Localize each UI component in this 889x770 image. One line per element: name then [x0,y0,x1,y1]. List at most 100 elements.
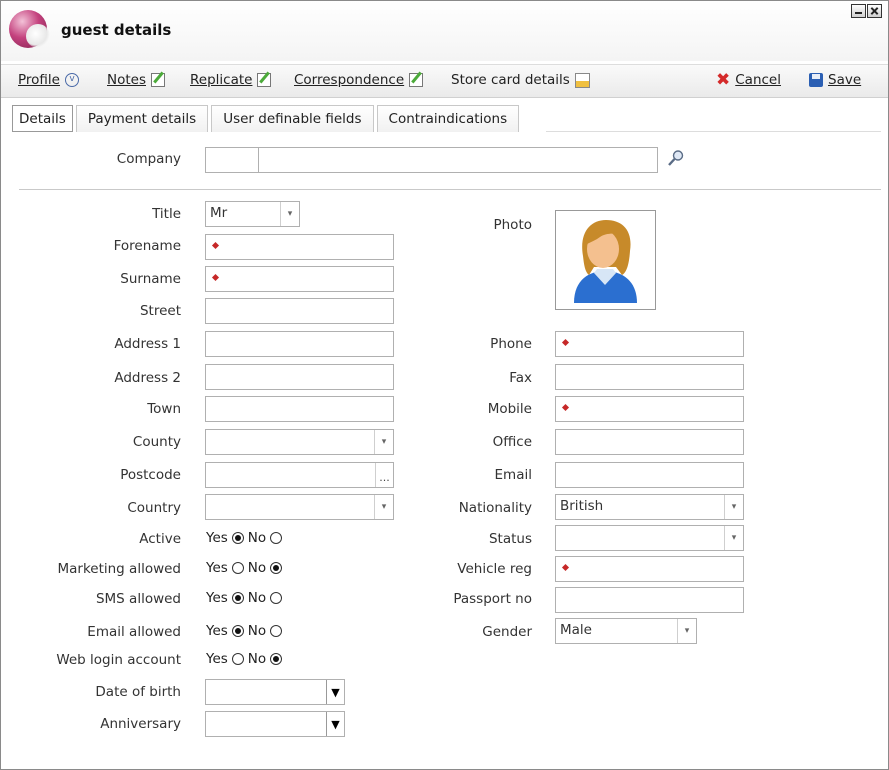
title-select[interactable]: Mr ▾ [205,201,300,227]
active-label: Active [139,531,181,547]
town-input[interactable] [205,396,394,422]
tab-contraindications[interactable]: Contraindications [376,105,520,132]
marketing-yes-radio[interactable] [231,562,244,574]
photo-label: Photo [493,217,532,233]
minimize-button[interactable] [851,4,866,18]
company-code-input[interactable] [205,147,259,173]
tab-payment-details[interactable]: Payment details [75,105,209,132]
gender-label: Gender [482,624,532,640]
office-input[interactable] [555,429,744,455]
email-no-radio[interactable] [270,625,283,637]
forename-label: Forename [113,238,181,254]
street-input[interactable] [205,298,394,324]
sms-no-radio[interactable] [270,592,283,604]
nationality-select[interactable]: British ▾ [555,494,744,520]
dropdown-arrow-icon[interactable]: ▾ [280,202,299,226]
gender-value: Male [560,622,592,638]
cancel-label: Cancel [735,72,781,88]
profile-label: Profile [18,72,60,88]
status-select[interactable]: ▾ [555,525,744,551]
postcode-input[interactable]: ... [205,462,394,488]
address2-input[interactable] [205,364,394,390]
dropdown-arrow-icon[interactable]: ▾ [374,430,393,454]
company-label: Company [116,151,181,167]
email-input[interactable] [555,462,744,488]
weblogin-no-radio[interactable] [270,653,283,665]
fax-input[interactable] [555,364,744,390]
replicate-label: Replicate [190,72,253,88]
country-label: Country [127,500,181,516]
no-label: No [247,590,267,606]
tab-bar: Details Payment details User definable f… [12,105,522,132]
weblogin-yes-radio[interactable] [231,653,244,665]
date-of-birth-select[interactable]: ▼ [205,679,345,705]
cancel-button[interactable]: ✖ Cancel [716,72,781,89]
tab-details[interactable]: Details [12,105,73,132]
passport-no-input[interactable] [555,587,744,613]
anniversary-select[interactable]: ▼ [205,711,345,737]
surname-input[interactable] [205,266,394,292]
surname-label: Surname [120,271,181,287]
person-avatar-icon [574,220,637,303]
address1-input[interactable] [205,331,394,357]
search-icon[interactable] [667,149,685,167]
address2-label: Address 2 [114,370,181,386]
weblogin-radio-group: Yes No [206,651,283,667]
title-value: Mr [210,205,228,221]
close-window-button[interactable] [867,4,882,18]
fax-label: Fax [509,370,532,386]
tab-user-definable-fields[interactable]: User definable fields [211,105,374,132]
dropdown-arrow-icon[interactable]: ▼ [326,680,344,704]
yes-label: Yes [206,623,228,639]
postcode-lookup-ellipsis-icon[interactable]: ... [375,463,393,487]
dropdown-arrow-icon[interactable]: ▾ [677,619,696,643]
email-label: Email [494,467,532,483]
sms-allowed-label: SMS allowed [95,591,181,607]
window-title: guest details [61,21,172,39]
company-name-input[interactable] [258,147,658,173]
store-card-label: Store card details [451,72,570,88]
postcode-label: Postcode [120,467,181,483]
dropdown-arrow-icon[interactable]: ▾ [374,495,393,519]
notes-button[interactable]: Notes [107,72,165,88]
passport-no-label: Passport no [453,591,532,607]
save-label: Save [828,72,862,88]
anniversary-label: Anniversary [100,716,181,732]
active-no-radio[interactable] [270,532,283,544]
correspondence-button[interactable]: Correspondence [294,72,424,88]
address1-label: Address 1 [114,336,181,352]
county-select[interactable]: ▾ [205,429,394,455]
dropdown-arrow-icon[interactable]: ▾ [724,526,743,550]
office-label: Office [492,434,532,450]
forename-input[interactable] [205,234,394,260]
marketing-no-radio[interactable] [270,562,283,574]
email-yes-radio[interactable] [231,625,244,637]
county-label: County [132,434,181,450]
guest-photo[interactable] [555,210,656,310]
chevron-down-icon: v [64,73,79,87]
web-login-account-label: Web login account [56,652,181,668]
replicate-button[interactable]: Replicate [190,72,272,88]
country-select[interactable]: ▾ [205,494,394,520]
sms-yes-radio[interactable] [231,592,244,604]
no-label: No [247,651,267,667]
edit-note-icon [151,73,165,87]
mobile-input[interactable] [555,396,744,422]
store-card-details-button[interactable]: Store card details [451,72,590,88]
mobile-label: Mobile [487,401,532,417]
status-label: Status [488,531,532,547]
active-yes-radio[interactable] [231,532,244,544]
profile-menu-button[interactable]: Profile v [18,72,79,88]
gender-select[interactable]: Male ▾ [555,618,697,644]
save-button[interactable]: Save [809,72,861,88]
window-controls [851,4,882,18]
dropdown-arrow-icon[interactable]: ▾ [724,495,743,519]
dropdown-arrow-icon[interactable]: ▼ [326,712,344,736]
no-label: No [247,530,267,546]
phone-input[interactable] [555,331,744,357]
marketing-allowed-label: Marketing allowed [57,561,181,577]
yes-label: Yes [206,590,228,606]
town-label: Town [147,401,181,417]
title-bar: guest details [1,1,888,61]
vehicle-reg-input[interactable] [555,556,744,582]
